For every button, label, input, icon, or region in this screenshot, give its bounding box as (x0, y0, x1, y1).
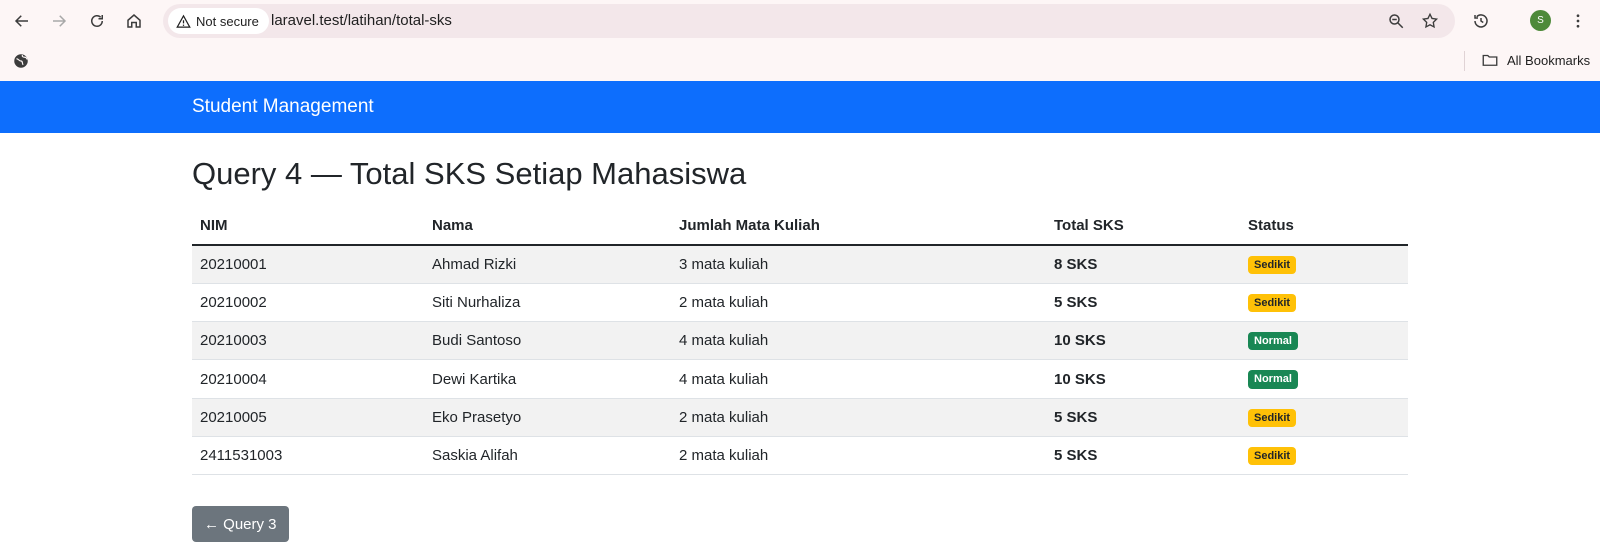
header-status: Status (1240, 206, 1408, 246)
reload-button[interactable] (84, 8, 110, 34)
cell-nama: Budi Santoso (424, 321, 671, 361)
address-bar[interactable]: Not secure laravel.test/latihan/total-sk… (163, 4, 1455, 38)
all-bookmarks-button[interactable]: All Bookmarks (1481, 51, 1590, 69)
cell-nama: Saskia Alifah (424, 436, 671, 476)
globe-icon (14, 54, 28, 68)
cell-nama: Eko Prasetyo (424, 398, 671, 437)
cell-total: 5 SKS (1046, 436, 1240, 476)
cell-status: Sedikit (1240, 283, 1408, 323)
cell-nim: 20210003 (192, 321, 424, 361)
url-text[interactable]: laravel.test/latihan/total-sks (271, 12, 452, 29)
cell-nim: 20210005 (192, 398, 424, 437)
cell-total: 5 SKS (1046, 283, 1240, 323)
table-row: 20210002 Siti Nurhaliza 2 mata kuliah 5 … (192, 283, 1408, 323)
app-navbar: Student Management (0, 81, 1600, 133)
bookmarks-divider (1464, 51, 1465, 71)
bookmark-star-button[interactable] (1420, 11, 1440, 31)
header-nama: Nama (424, 206, 671, 246)
bookmarks-bar: All Bookmarks (0, 42, 1600, 81)
cell-jumlah: 2 mata kuliah (671, 283, 1046, 323)
cell-jumlah: 2 mata kuliah (671, 398, 1046, 437)
header-jumlah: Jumlah Mata Kuliah (671, 206, 1046, 246)
security-label: Not secure (196, 13, 259, 29)
all-bookmarks-label: All Bookmarks (1507, 52, 1591, 68)
table-row: 20210005 Eko Prasetyo 2 mata kuliah 5 SK… (192, 398, 1408, 437)
cell-status: Normal (1240, 321, 1408, 361)
back-button[interactable] (9, 8, 35, 34)
cell-jumlah: 2 mata kuliah (671, 436, 1046, 476)
status-badge: Normal (1248, 332, 1298, 351)
table-row: 20210004 Dewi Kartika 4 mata kuliah 10 S… (192, 359, 1408, 399)
cell-jumlah: 3 mata kuliah (671, 245, 1046, 284)
menu-button[interactable] (1565, 8, 1591, 34)
header-total: Total SKS (1046, 206, 1240, 246)
back-arrow-icon (14, 15, 28, 27)
folder-icon (1482, 54, 1498, 66)
navbar-brand[interactable]: Student Management (192, 96, 374, 118)
forward-button[interactable] (46, 8, 72, 34)
cell-nama: Siti Nurhaliza (424, 283, 671, 323)
cell-total: 5 SKS (1046, 398, 1240, 437)
cell-nim: 20210004 (192, 359, 424, 399)
zoom-button[interactable] (1386, 11, 1406, 31)
table-row: 20210001 Ahmad Rizki 3 mata kuliah 8 SKS… (192, 245, 1408, 284)
forward-arrow-icon (53, 15, 67, 27)
more-icon (1576, 14, 1580, 28)
history-button[interactable] (1468, 8, 1494, 34)
cell-nama: Dewi Kartika (424, 359, 671, 399)
cell-nim: 20210001 (192, 245, 424, 284)
status-badge: Sedikit (1248, 255, 1297, 274)
cell-status: Sedikit (1240, 398, 1408, 437)
home-button[interactable] (121, 8, 147, 34)
cell-nim: 20210002 (192, 283, 424, 323)
table-row: 20210003 Budi Santoso 4 mata kuliah 10 S… (192, 321, 1408, 361)
star-icon (1421, 12, 1439, 29)
reload-icon (91, 15, 103, 27)
zoom-icon (1389, 14, 1404, 29)
table-row: 2411531003 Saskia Alifah 2 mata kuliah 5… (192, 436, 1408, 476)
back-to-query-3-button[interactable]: ← Query 3 (192, 506, 289, 542)
home-icon (127, 14, 141, 28)
site-bookmark[interactable] (8, 48, 34, 74)
cell-nama: Ahmad Rizki (424, 245, 671, 284)
cell-nim: 2411531003 (192, 436, 424, 476)
security-chip[interactable]: Not secure (168, 8, 269, 34)
cell-status: Sedikit (1240, 436, 1408, 476)
status-badge: Sedikit (1248, 293, 1297, 312)
cell-total: 10 SKS (1046, 359, 1240, 399)
status-badge: Sedikit (1248, 408, 1297, 427)
cell-total: 8 SKS (1046, 245, 1240, 284)
browser-toolbar: Not secure laravel.test/latihan/total-sk… (0, 0, 1600, 42)
page-title: Query 4 — Total SKS Setiap Mahasiswa (192, 156, 747, 191)
cell-jumlah: 4 mata kuliah (671, 359, 1046, 399)
status-badge: Sedikit (1248, 447, 1297, 466)
cell-total: 10 SKS (1046, 321, 1240, 361)
cell-jumlah: 4 mata kuliah (671, 321, 1046, 361)
cell-status: Sedikit (1240, 245, 1408, 284)
status-badge: Normal (1248, 370, 1298, 389)
table-header-row: NIM Nama Jumlah Mata Kuliah Total SKS St… (192, 206, 1408, 246)
profile-avatar[interactable]: S (1530, 10, 1551, 31)
header-nim: NIM (192, 206, 424, 246)
cell-status: Normal (1240, 359, 1408, 399)
history-icon (1474, 14, 1488, 28)
total-sks-table: NIM Nama Jumlah Mata Kuliah Total SKS St… (192, 206, 1408, 476)
warning-icon (176, 14, 191, 28)
